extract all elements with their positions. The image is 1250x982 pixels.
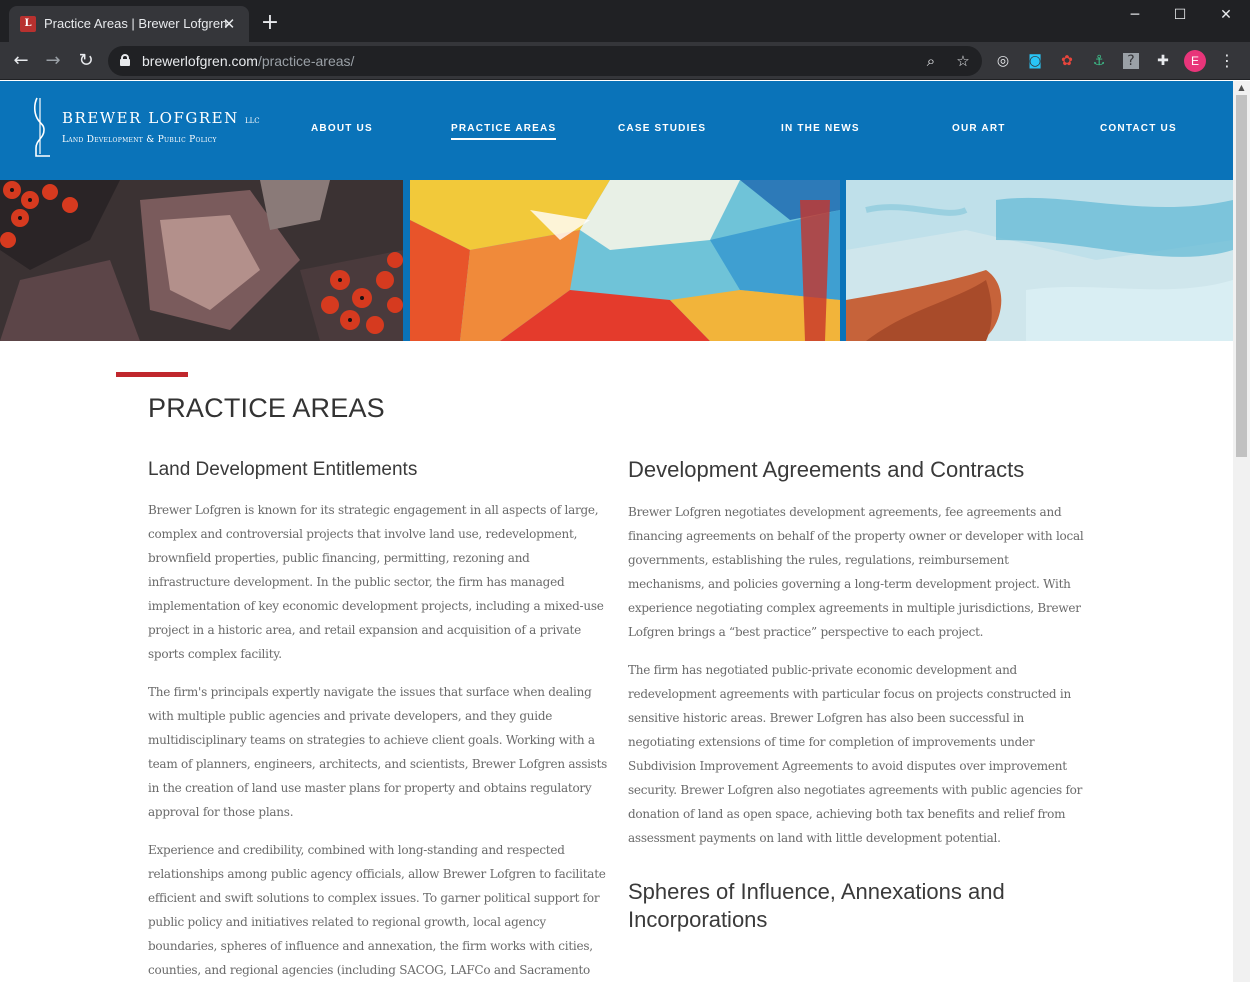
title-accent-bar: [116, 372, 188, 377]
page-title: PRACTICE AREAS: [148, 393, 385, 423]
extension-icon-1[interactable]: ◎: [993, 51, 1013, 71]
site-header: BREWER LOFGREN LLC Land Development & Pu…: [0, 81, 1233, 180]
hero-banner: [0, 180, 1233, 341]
ladybugs-image: [0, 180, 403, 341]
new-tab-icon[interactable]: +: [259, 12, 281, 34]
extension-icon-2[interactable]: ◙: [1025, 51, 1045, 71]
favicon-icon: L: [20, 16, 36, 32]
marbled-art-image: [846, 180, 1233, 341]
section-heading-spheres-of-influence: Spheres of Influence, Annexations and In…: [628, 879, 1005, 932]
nav-in-the-news[interactable]: In the News: [781, 123, 860, 134]
profile-avatar[interactable]: E: [1184, 50, 1206, 72]
tab-title: Practice Areas | Brewer Lofgren: [44, 16, 228, 31]
minimize-icon[interactable]: ─: [1120, 4, 1150, 26]
section-heading-development-agreements: Development Agreements and Contracts: [628, 457, 1025, 482]
abstract-painting-image: [410, 180, 840, 341]
nav-practice-areas[interactable]: Practice Areas: [451, 123, 557, 140]
window-close-icon[interactable]: ✕: [1211, 4, 1241, 26]
logo-name-text: BREWER LOFGREN: [62, 109, 239, 127]
browser-toolbar: ← → ↻ brewerlofgren.com/practice-areas/ …: [0, 42, 1250, 80]
zoom-icon[interactable]: ⌕: [920, 50, 942, 72]
right-column: Development Agreements and Contracts Bre…: [628, 456, 1088, 934]
extension-icon-3[interactable]: ✿: [1057, 51, 1077, 71]
address-bar[interactable]: brewerlofgren.com/practice-areas/ ⌕ ☆: [108, 46, 982, 76]
page-viewport: BREWER LOFGREN LLC Land Development & Pu…: [0, 81, 1250, 982]
back-icon[interactable]: ←: [8, 48, 34, 74]
section-heading-land-development: Land Development Entitlements: [148, 459, 418, 480]
nav-case-studies[interactable]: Case Studies: [618, 123, 706, 134]
lock-icon: [120, 54, 130, 66]
url-text: brewerlofgren.com/practice-areas/: [142, 53, 354, 69]
paragraph: Brewer Lofgren negotiates development ag…: [628, 505, 1084, 639]
maximize-icon[interactable]: ☐: [1165, 4, 1195, 26]
logo-subtitle: Land Development & Public Policy: [62, 135, 217, 145]
browser-tab[interactable]: L Practice Areas | Brewer Lofgren ✕: [9, 6, 249, 42]
logo-name[interactable]: BREWER LOFGREN LLC: [62, 109, 260, 127]
logo-mark-icon[interactable]: [30, 96, 52, 158]
tab-close-icon[interactable]: ✕: [219, 14, 239, 34]
bookmark-star-icon[interactable]: ☆: [952, 50, 974, 72]
nav-about-us[interactable]: About Us: [311, 123, 373, 134]
reload-icon[interactable]: ↻: [73, 48, 99, 74]
page-scrollbar[interactable]: ▲: [1233, 81, 1250, 982]
forward-icon[interactable]: →: [40, 48, 66, 74]
paragraph: The firm's principals expertly navigate …: [148, 685, 608, 819]
left-column: Land Development Entitlements Brewer Lof…: [148, 456, 610, 982]
browser-tab-bar: L Practice Areas | Brewer Lofgren ✕ + ─ …: [0, 0, 1250, 42]
nav-contact-us[interactable]: Contact Us: [1100, 123, 1177, 134]
extension-icon-5[interactable]: ?: [1123, 53, 1139, 69]
extension-icon-4[interactable]: ⚓: [1089, 51, 1109, 71]
paragraph: Brewer Lofgren is known for its strategi…: [148, 503, 604, 661]
logo-llc: LLC: [245, 117, 260, 125]
paragraph: Experience and credibility, combined wit…: [148, 843, 606, 977]
url-path: /practice-areas/: [257, 53, 355, 69]
nav-our-art[interactable]: Our Art: [952, 123, 1006, 134]
menu-more-icon[interactable]: ⋮: [1217, 51, 1237, 71]
url-domain: brewerlofgren.com: [142, 53, 258, 69]
scroll-thumb[interactable]: [1236, 95, 1247, 457]
scroll-up-icon[interactable]: ▲: [1233, 81, 1250, 95]
paragraph: The firm has negotiated public-private e…: [628, 663, 1083, 845]
extensions-puzzle-icon[interactable]: ✚: [1153, 51, 1173, 71]
